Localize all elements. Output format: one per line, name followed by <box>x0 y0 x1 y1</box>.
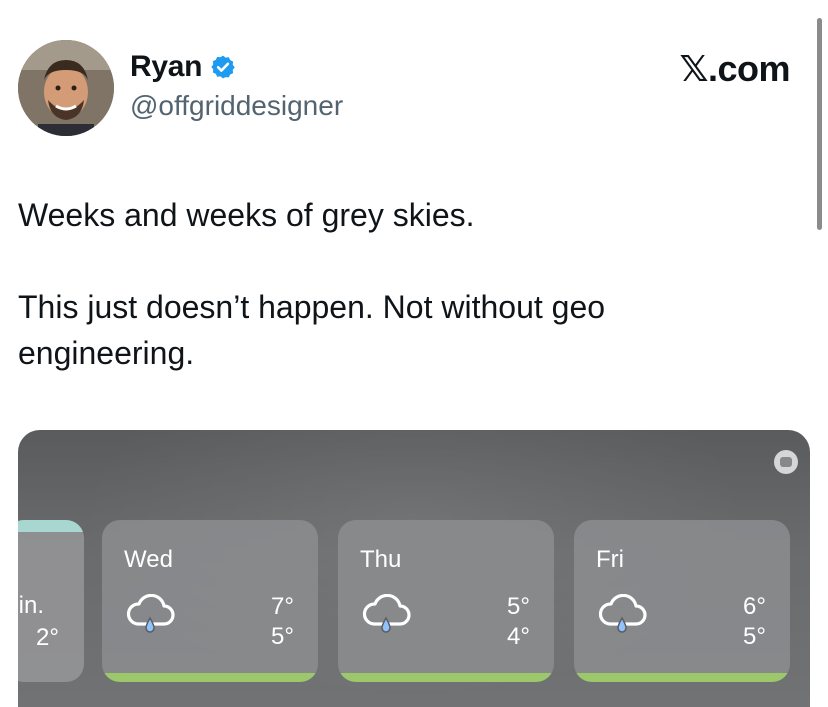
forecast-low: 4° <box>507 623 530 650</box>
forecast-high: 7° <box>271 593 294 620</box>
forecast-card-topbar <box>18 520 84 532</box>
forecast-card-thu: Thu 5° 4° <box>338 520 554 682</box>
forecast-high: 6° <box>743 593 766 620</box>
forecast-day-name: Wed <box>124 546 173 573</box>
author-name[interactable]: Ryan <box>130 50 202 84</box>
tweet-line-1: Weeks and weeks of grey skies. <box>18 197 475 233</box>
verified-badge-icon <box>211 55 235 79</box>
rain-cloud-icon <box>598 594 647 633</box>
forecast-card-partial: ıin. 2° <box>18 520 84 682</box>
forecast-card-fri: Fri 6° 5° <box>574 520 790 682</box>
tweet-text: Weeks and weeks of grey skies. This just… <box>18 192 778 376</box>
forecast-low: 5° <box>271 623 294 650</box>
tweet-line-2: This just doesn’t happen. Not without ge… <box>18 289 606 371</box>
avatar-photo <box>18 40 114 136</box>
forecast-day-name: Thu <box>360 546 402 573</box>
camera-icon <box>774 450 798 474</box>
forecast-card-wed: Wed 7° 5° <box>102 520 318 682</box>
forecast-bar <box>574 673 790 682</box>
author-name-row[interactable]: Ryan <box>130 50 236 84</box>
rain-cloud-icon <box>126 594 175 633</box>
forecast-partial-temp: 2° <box>36 624 59 651</box>
rain-cloud-icon <box>362 594 411 633</box>
avatar[interactable] <box>18 40 114 136</box>
forecast-low: 5° <box>743 623 766 650</box>
brand-logo: 𝕏.com <box>679 48 790 89</box>
forecast-day-name: Fri <box>596 546 624 573</box>
forecast-partial-label: ıin. <box>18 592 45 619</box>
tweet-media-image[interactable]: ıin. 2° Wed 7° 5° Thu 5° 4° Fri 6° 5° <box>18 430 810 707</box>
forecast-high: 5° <box>507 593 530 620</box>
forecast-bar <box>102 673 318 682</box>
forecast-bar <box>338 673 554 682</box>
author-handle[interactable]: @offgriddesigner <box>130 90 343 122</box>
scrollbar[interactable] <box>817 18 822 230</box>
